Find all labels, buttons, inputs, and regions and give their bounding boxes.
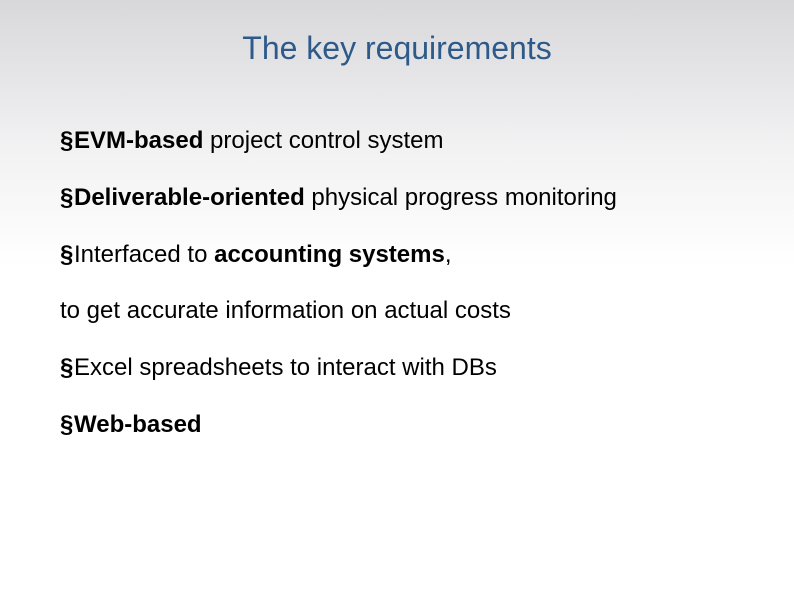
text: physical progress monitoring xyxy=(305,184,617,211)
bullet-icon: § xyxy=(60,354,72,383)
text: Excel spreadsheets to interact with DBs xyxy=(74,354,497,381)
bullet-icon: § xyxy=(60,184,72,213)
bullet-item-1: §EVM-based project control system xyxy=(60,127,734,156)
slide: The key requirements §EVM-based project … xyxy=(0,0,794,595)
text-bold: EVM-based xyxy=(74,127,203,154)
bullet-item-2: §Deliverable-oriented physical progress … xyxy=(60,184,734,213)
text: to get accurate information on actual co… xyxy=(60,297,511,324)
bullet-item-3: §Interfaced to accounting systems, xyxy=(60,241,734,270)
text: Interfaced to xyxy=(74,241,214,268)
bullet-item-4: §Excel spreadsheets to interact with DBs xyxy=(60,354,734,383)
text-bold: Web-based xyxy=(74,411,202,438)
slide-body: §EVM-based project control system §Deliv… xyxy=(60,127,734,440)
text-bold: Deliverable-oriented xyxy=(74,184,305,211)
bullet-icon: § xyxy=(60,127,72,156)
bullet-item-5: §Web-based xyxy=(60,411,734,440)
text: project control system xyxy=(203,127,443,154)
bullet-icon: § xyxy=(60,411,72,440)
text-bold: accounting systems xyxy=(214,241,445,268)
slide-title: The key requirements xyxy=(60,30,734,67)
text: , xyxy=(445,241,452,268)
continuation-line: to get accurate information on actual co… xyxy=(60,297,734,326)
bullet-icon: § xyxy=(60,241,72,270)
